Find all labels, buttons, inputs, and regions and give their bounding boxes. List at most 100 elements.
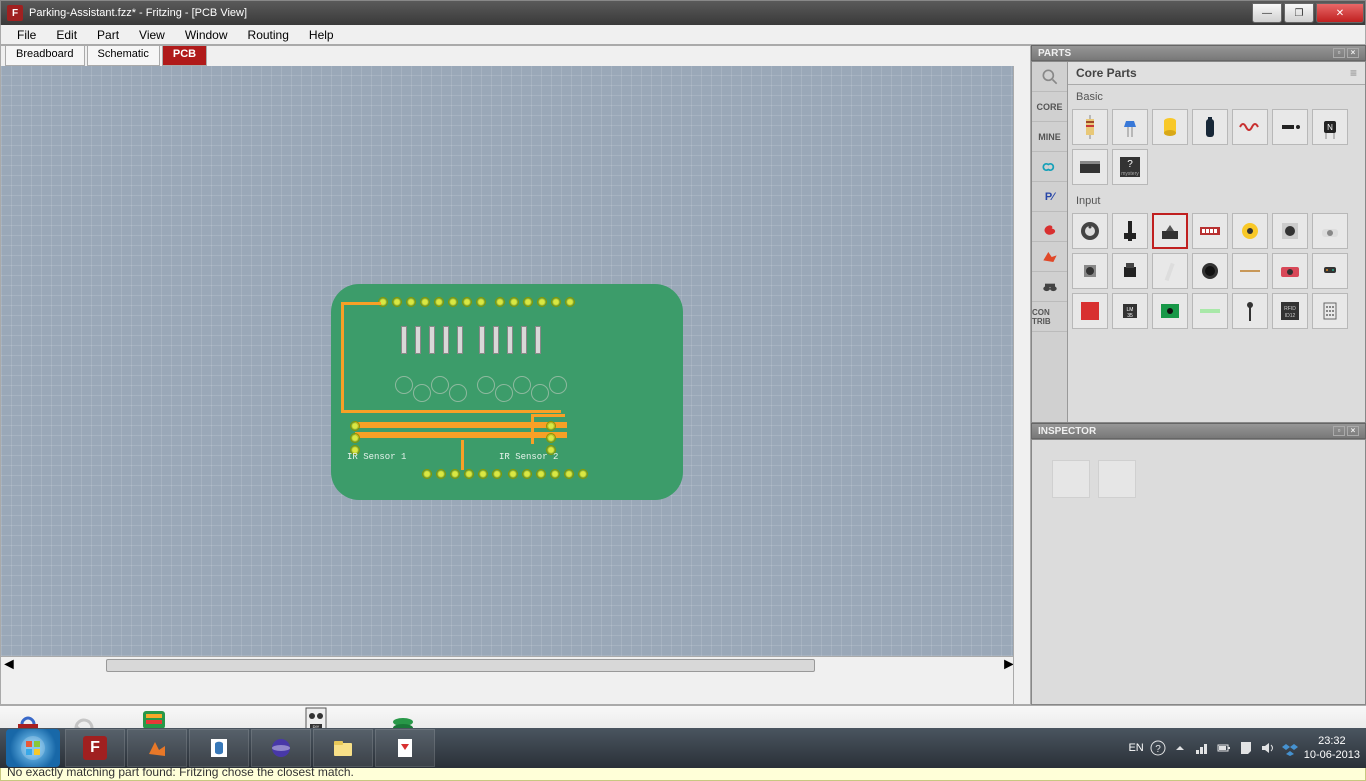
menu-routing[interactable]: Routing	[238, 26, 299, 44]
part-encoder[interactable]	[1272, 213, 1308, 249]
task-python[interactable]	[189, 729, 249, 767]
menu-bar: File Edit Part View Window Routing Help	[0, 25, 1366, 45]
part-inductor[interactable]	[1232, 109, 1268, 145]
parts-scroll[interactable]: Basic N ?mystery Input	[1068, 85, 1365, 422]
part-cap-elec[interactable]	[1152, 109, 1188, 145]
battery-icon[interactable]	[1216, 740, 1232, 756]
bin-arduino[interactable]	[1032, 152, 1067, 182]
tray-lang[interactable]: EN	[1128, 742, 1143, 754]
menu-help[interactable]: Help	[299, 26, 344, 44]
tab-schematic[interactable]: Schematic	[87, 46, 160, 66]
action-center-icon[interactable]	[1238, 740, 1254, 756]
bin-mine[interactable]: MINE	[1032, 122, 1067, 152]
horizontal-scrollbar[interactable]: ◄►	[1, 656, 1013, 673]
trace	[341, 302, 381, 305]
pcb-board[interactable]: IR Sensor 1 IR Sensor 2	[331, 284, 683, 500]
close-button[interactable]: ✕	[1316, 3, 1364, 23]
task-matlab[interactable]	[127, 729, 187, 767]
part-keypad[interactable]	[1312, 293, 1348, 329]
inspector-panel-header[interactable]: INSPECTOR ▫×	[1031, 423, 1366, 439]
parts-bin-tabs: CORE MINE P⁄ CON TRIB	[1032, 62, 1068, 422]
part-antenna[interactable]	[1232, 293, 1268, 329]
menu-window[interactable]: Window	[175, 26, 238, 44]
bin-snoot[interactable]	[1032, 242, 1067, 272]
task-pdf[interactable]	[375, 729, 435, 767]
part-mic[interactable]	[1192, 253, 1228, 289]
part-reflect[interactable]	[1152, 253, 1188, 289]
task-explorer[interactable]	[313, 729, 373, 767]
part-tilt[interactable]	[1152, 213, 1188, 249]
panel-close-icon[interactable]: ×	[1347, 426, 1359, 436]
panel-close-icon[interactable]: ×	[1347, 48, 1359, 58]
part-slider[interactable]	[1112, 213, 1148, 249]
menu-view[interactable]: View	[129, 26, 175, 44]
part-battery[interactable]	[1192, 109, 1228, 145]
inspector-thumb	[1052, 460, 1090, 498]
part-mystery[interactable]: ?mystery	[1112, 149, 1148, 185]
part-board[interactable]	[1072, 149, 1108, 185]
network-icon[interactable]	[1194, 740, 1210, 756]
svg-text:RFID: RFID	[1284, 306, 1296, 312]
start-button[interactable]	[6, 729, 60, 767]
tray-clock[interactable]: 23:32 10-06-2013	[1304, 734, 1360, 762]
bin-3d[interactable]	[1032, 272, 1067, 302]
app-icon: F	[7, 5, 23, 21]
part-temp[interactable]: LM35	[1112, 293, 1148, 329]
part-pot[interactable]	[1312, 213, 1348, 249]
parts-panel: CORE MINE P⁄ CON TRIB Core Parts≡ Basic	[1031, 61, 1366, 423]
editor-area: Breadboard Schematic PCB	[0, 45, 1031, 705]
part-knob[interactable]	[1072, 213, 1108, 249]
side-panels: PARTS ▫× CORE MINE P⁄ CON TRIB Core Part…	[1031, 45, 1366, 705]
part-chip[interactable]: N	[1312, 109, 1348, 145]
panel-undock-icon[interactable]: ▫	[1333, 48, 1345, 58]
menu-part[interactable]: Part	[87, 26, 129, 44]
tray-up-icon[interactable]	[1172, 740, 1188, 756]
part-rfid[interactable]: RFIDID12	[1272, 293, 1308, 329]
pcb-label-right: IR Sensor 2	[499, 452, 558, 462]
part-resistor[interactable]	[1072, 109, 1108, 145]
pad-row-top2	[496, 298, 574, 306]
tray-date: 10-06-2013	[1304, 748, 1360, 762]
part-capacitor[interactable]	[1112, 109, 1148, 145]
pcb-canvas[interactable]: IR Sensor 1 IR Sensor 2	[1, 66, 1013, 656]
task-eclipse[interactable]	[251, 729, 311, 767]
svg-text:ID12: ID12	[1285, 313, 1296, 319]
maximize-button[interactable]: ❐	[1284, 3, 1314, 23]
tray-time: 23:32	[1304, 734, 1360, 748]
part-sensor-red[interactable]	[1072, 293, 1108, 329]
part-rotary-sw[interactable]	[1232, 213, 1268, 249]
task-fritzing[interactable]: F	[65, 729, 125, 767]
part-green-brk[interactable]	[1152, 293, 1188, 329]
bin-contrib[interactable]: CON TRIB	[1032, 302, 1067, 332]
window-title: Parking-Assistant.fzz* - Fritzing - [PCB…	[29, 7, 247, 19]
vertical-scrollbar[interactable]	[1013, 66, 1030, 704]
header-right	[547, 422, 555, 454]
dropbox-icon[interactable]	[1282, 740, 1298, 756]
svg-text:N: N	[1327, 123, 1333, 132]
bin-search[interactable]	[1032, 62, 1067, 92]
tab-breadboard[interactable]: Breadboard	[5, 46, 85, 66]
part-led-bar[interactable]	[1192, 293, 1228, 329]
panel-undock-icon[interactable]: ▫	[1333, 426, 1345, 436]
part-jumper[interactable]	[1272, 109, 1308, 145]
parts-menu-icon[interactable]: ≡	[1350, 66, 1357, 80]
volume-icon[interactable]	[1260, 740, 1276, 756]
trace	[341, 410, 561, 413]
part-pushbutton[interactable]	[1072, 253, 1108, 289]
parts-title: Core Parts≡	[1068, 62, 1365, 85]
tab-pcb[interactable]: PCB	[162, 46, 207, 66]
part-dip[interactable]	[1192, 213, 1228, 249]
bin-core[interactable]: CORE	[1032, 92, 1067, 122]
view-tabs: Breadboard Schematic PCB	[1, 46, 1030, 66]
part-ir[interactable]	[1112, 253, 1148, 289]
bin-sparkfun[interactable]	[1032, 212, 1067, 242]
bin-parallax[interactable]: P⁄	[1032, 182, 1067, 212]
part-sensor-remote[interactable]	[1312, 253, 1348, 289]
help-icon[interactable]: ?	[1150, 740, 1166, 756]
part-strip[interactable]	[1232, 253, 1268, 289]
minimize-button[interactable]: —	[1252, 3, 1282, 23]
menu-edit[interactable]: Edit	[46, 26, 87, 44]
parts-panel-header[interactable]: PARTS ▫×	[1031, 45, 1366, 61]
part-camera[interactable]	[1272, 253, 1308, 289]
menu-file[interactable]: File	[7, 26, 46, 44]
